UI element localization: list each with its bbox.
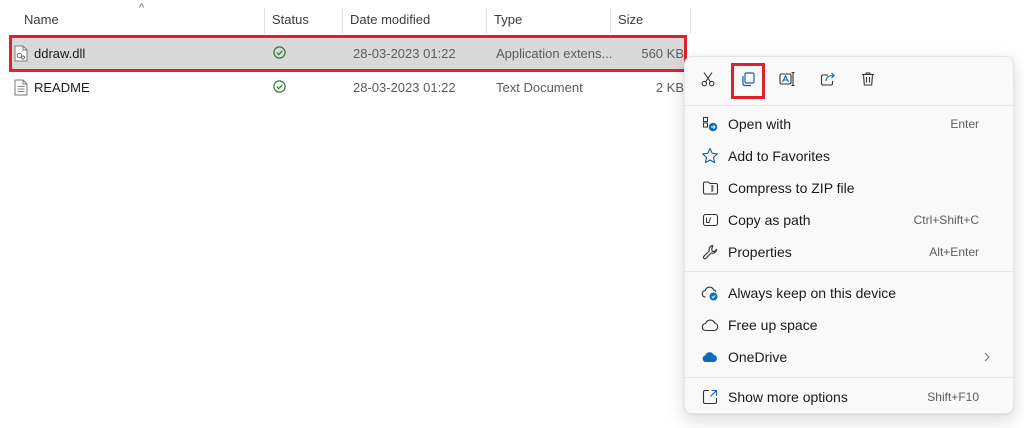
cloud-icon [701, 316, 719, 334]
file-row-ddraw[interactable]: ddraw.dll 28-03-2023 01:22 Application e… [11, 38, 685, 69]
menu-item-label: OneDrive [728, 349, 788, 365]
copy-icon [740, 71, 756, 92]
more-options-icon [701, 388, 719, 406]
column-header-type[interactable]: Type [486, 0, 610, 38]
text-file-icon [14, 79, 28, 99]
menu-item-label: Properties [728, 244, 792, 260]
menu-item-free-up-space[interactable]: Free up space [689, 309, 1009, 341]
menu-item-open-with[interactable]: Open with Enter [689, 108, 1009, 140]
synced-check-icon [273, 46, 286, 59]
rename-button[interactable] [773, 67, 803, 95]
menu-item-shortcut: Alt+Enter [929, 245, 979, 259]
menu-item-shortcut: Ctrl+Shift+C [913, 213, 979, 227]
file-name: README [34, 80, 90, 95]
cut-icon [700, 71, 716, 92]
menu-item-label: Compress to ZIP file [728, 180, 855, 196]
menu-item-label: Copy as path [728, 212, 811, 228]
file-row-readme[interactable]: README 28-03-2023 01:22 Text Document 2 … [11, 72, 685, 103]
menu-divider [685, 105, 1013, 106]
column-header-status-label: Status [272, 12, 309, 27]
cloud-pin-icon [701, 284, 719, 302]
column-header-row: Name ^ Status Date modified Type Size [0, 0, 692, 38]
share-button[interactable] [813, 67, 843, 95]
column-header-date-label: Date modified [350, 12, 431, 27]
menu-item-show-more-options[interactable]: Show more options Shift+F10 [689, 381, 1009, 413]
chevron-right-icon [983, 350, 991, 366]
star-icon [701, 147, 719, 165]
copy-button[interactable] [733, 67, 763, 95]
cut-button[interactable] [693, 67, 723, 95]
menu-item-label: Open with [728, 116, 792, 132]
dll-file-icon [14, 45, 28, 65]
column-header-name-label: Name [24, 12, 59, 27]
file-size: 2 KB [655, 80, 684, 95]
file-date-modified: 28-03-2023 01:22 [353, 46, 456, 61]
menu-item-copy-as-path[interactable]: Copy as path Ctrl+Shift+C [689, 204, 1009, 236]
delete-button[interactable] [853, 67, 883, 95]
menu-item-add-to-favorites[interactable]: Add to Favorites [689, 140, 1009, 172]
column-header-type-label: Type [494, 12, 523, 27]
menu-divider [685, 377, 1013, 378]
column-header-size-label: Size [618, 12, 644, 27]
menu-item-properties[interactable]: Properties Alt+Enter [689, 236, 1009, 268]
file-date-modified: 28-03-2023 01:22 [353, 80, 456, 95]
synced-check-icon [273, 80, 286, 93]
file-list: Name ^ Status Date modified Type Size dd… [0, 0, 700, 428]
file-type: Text Document [496, 80, 583, 95]
menu-item-shortcut: Shift+F10 [927, 390, 979, 404]
column-header-size[interactable]: Size [610, 0, 690, 38]
sort-ascending-icon: ^ [139, 2, 145, 14]
menu-item-compress-zip[interactable]: Compress to ZIP file [689, 172, 1009, 204]
menu-item-label: Always keep on this device [728, 285, 897, 301]
column-header-status[interactable]: Status [264, 0, 342, 38]
menu-item-shortcut: Enter [950, 117, 979, 131]
menu-item-label: Show more options [728, 389, 848, 405]
file-name: ddraw.dll [34, 46, 86, 61]
context-menu-toolbar [685, 57, 1013, 105]
file-size: 560 KB [641, 46, 684, 61]
column-divider[interactable] [690, 8, 691, 34]
copy-path-icon [701, 211, 719, 229]
menu-divider [685, 271, 1013, 272]
menu-item-onedrive[interactable]: OneDrive [689, 341, 1009, 373]
menu-item-label: Add to Favorites [728, 148, 830, 164]
file-type: Application extens... [496, 46, 613, 61]
open-with-icon [701, 115, 719, 133]
menu-item-always-keep[interactable]: Always keep on this device [689, 277, 1009, 309]
column-header-date-modified[interactable]: Date modified [342, 0, 486, 38]
wrench-icon [701, 243, 719, 261]
delete-icon [860, 71, 876, 92]
onedrive-icon [701, 348, 719, 366]
zip-icon [701, 179, 719, 197]
share-icon [820, 71, 836, 92]
menu-item-label: Free up space [728, 317, 818, 333]
rename-icon [779, 71, 797, 92]
context-menu: Open with Enter Add to Favorites Compres… [684, 56, 1014, 414]
